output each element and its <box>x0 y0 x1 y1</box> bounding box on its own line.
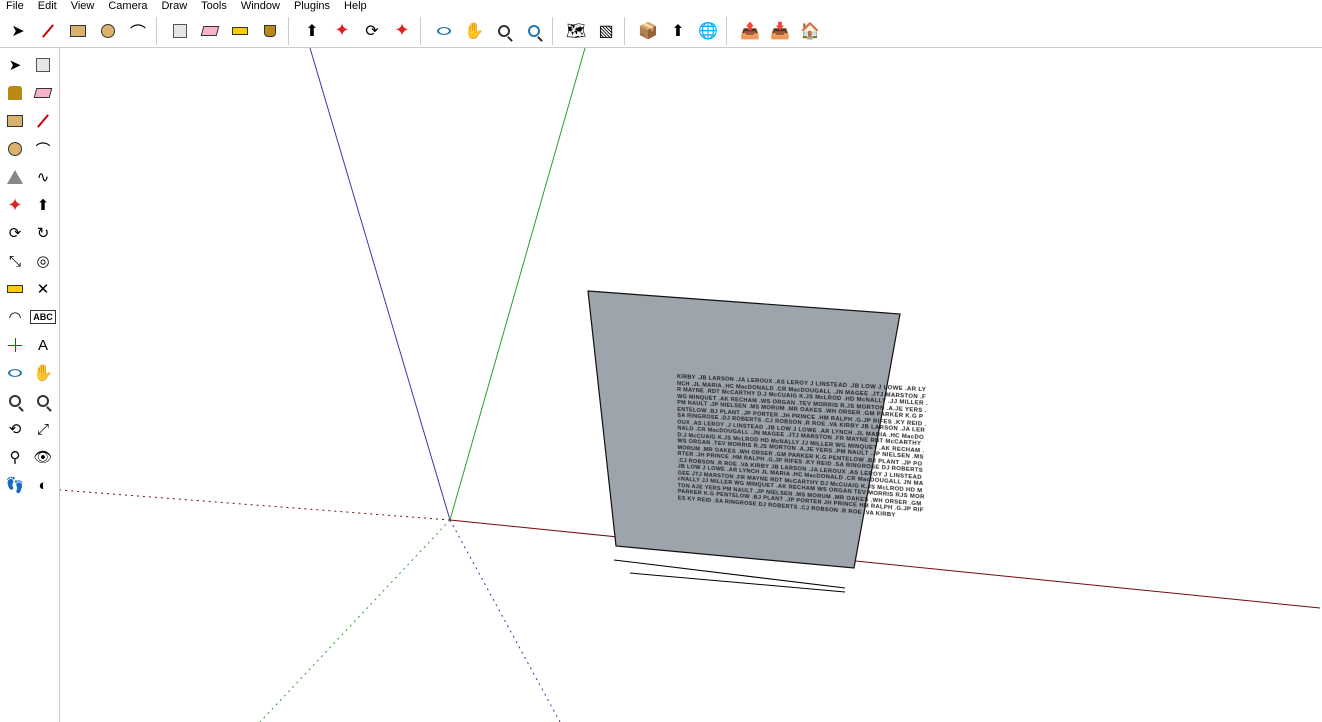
eraser-icon[interactable] <box>30 80 56 106</box>
zoom-previous-icon[interactable]: ⟲ <box>2 416 28 442</box>
push-pull-icon[interactable]: ⬆ <box>30 192 56 218</box>
circle-icon[interactable] <box>2 136 28 162</box>
model-viewport[interactable]: KIRBY .JB LARSON .JA LEROUX .AS LEROY J … <box>60 48 1322 722</box>
section-plane-icon[interactable]: ◐ <box>30 472 56 498</box>
menu-edit[interactable]: Edit <box>38 0 57 14</box>
zoom-icon[interactable] <box>2 388 28 414</box>
scene-svg <box>60 48 1322 722</box>
pan-icon[interactable]: ✋ <box>30 360 56 386</box>
walk-icon[interactable]: 👣 <box>2 472 28 498</box>
offset-icon[interactable]: ◎ <box>30 248 56 274</box>
house-icon[interactable]: 🏠 <box>796 17 824 45</box>
look-around-icon[interactable]: 👁 <box>30 444 56 470</box>
export-box-icon[interactable]: 📤 <box>736 17 764 45</box>
rotate-icon[interactable]: ⟳ <box>358 17 386 45</box>
move-star-icon[interactable]: ✦ <box>328 17 356 45</box>
menu-bar: File Edit View Camera Draw Tools Window … <box>0 0 1322 14</box>
left-toolbox: ➤ ⌒ ∿ ✦ ⬆ ⟳ ↻ ⤡ ◎ ✕ ◠ ABC A ✋ ⟲ ⤢ ⚲ 👁 👣 … <box>0 48 60 722</box>
position-camera-icon[interactable]: ⚲ <box>2 444 28 470</box>
rectangle-icon[interactable] <box>2 108 28 134</box>
zoom-icon[interactable] <box>490 17 518 45</box>
offset-star-icon[interactable]: ✦ <box>388 17 416 45</box>
paint-bucket-icon[interactable] <box>256 17 284 45</box>
push-pull-icon[interactable]: ⬆ <box>298 17 326 45</box>
menu-file[interactable]: File <box>6 0 24 14</box>
menu-tools[interactable]: Tools <box>201 0 227 14</box>
text-tool-icon[interactable]: ABC <box>30 304 56 330</box>
move-star-icon[interactable]: ✦ <box>2 192 28 218</box>
menu-view[interactable]: View <box>71 0 95 14</box>
eraser-icon[interactable] <box>196 17 224 45</box>
orbit-icon[interactable] <box>2 360 28 386</box>
dimension-icon[interactable]: ✕ <box>30 276 56 302</box>
menu-window[interactable]: Window <box>241 0 280 14</box>
menu-draw[interactable]: Draw <box>161 0 187 14</box>
menu-camera[interactable]: Camera <box>108 0 147 14</box>
follow-me-icon[interactable]: ↻ <box>30 220 56 246</box>
polygon-icon[interactable] <box>2 164 28 190</box>
pan-icon[interactable]: ✋ <box>460 17 488 45</box>
menu-plugins[interactable]: Plugins <box>294 0 330 14</box>
tape-measure-icon[interactable] <box>226 17 254 45</box>
axes-icon[interactable] <box>2 332 28 358</box>
tape-measure-icon[interactable] <box>2 276 28 302</box>
pencil-icon[interactable] <box>34 17 62 45</box>
earth-icon[interactable]: 🌐 <box>694 17 722 45</box>
circle-icon[interactable] <box>94 17 122 45</box>
rotate-icon[interactable]: ⟳ <box>2 220 28 246</box>
zoom-extents-icon[interactable]: ⤢ <box>30 416 56 442</box>
paint-bucket-icon[interactable] <box>2 80 28 106</box>
make-component-icon[interactable] <box>166 17 194 45</box>
toggle-terrain-icon[interactable]: ▧ <box>592 17 620 45</box>
3d-text-icon[interactable]: A <box>30 332 56 358</box>
select-arrow-icon[interactable]: ➤ <box>4 17 32 45</box>
zoom-extents-icon[interactable] <box>520 17 548 45</box>
arc-icon[interactable]: ⌒ <box>30 136 56 162</box>
select-arrow-icon[interactable]: ➤ <box>2 52 28 78</box>
freehand-icon[interactable]: ∿ <box>30 164 56 190</box>
plaque-face <box>588 291 900 568</box>
arc-icon[interactable]: ⌒ <box>124 17 152 45</box>
protractor-icon[interactable]: ◠ <box>2 304 28 330</box>
zoom-window-icon[interactable] <box>30 388 56 414</box>
rectangle-icon[interactable] <box>64 17 92 45</box>
main-toolbar: ➤ ⌒ ⬆ ✦ ⟳ ✦ ✋ 🗺 ▧ 📦 ⬆ 🌐 📤 📥 🏠 <box>0 14 1322 48</box>
pencil-line-icon[interactable] <box>30 108 56 134</box>
add-location-icon[interactable]: 🗺 <box>562 17 590 45</box>
menu-help[interactable]: Help <box>344 0 367 14</box>
upload-model-icon[interactable]: ⬆ <box>664 17 692 45</box>
import-box-icon[interactable]: 📥 <box>766 17 794 45</box>
get-models-icon[interactable]: 📦 <box>634 17 662 45</box>
make-component-icon[interactable] <box>30 52 56 78</box>
scale-icon[interactable]: ⤡ <box>2 248 28 274</box>
orbit-icon[interactable] <box>430 17 458 45</box>
